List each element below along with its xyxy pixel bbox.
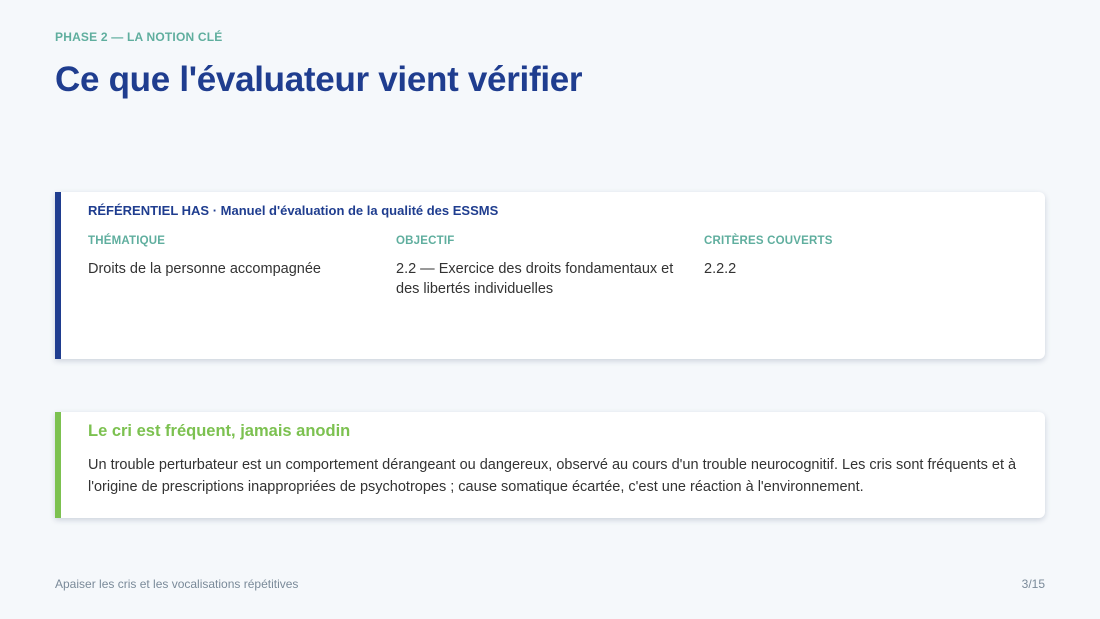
page-number: 3/15 <box>1021 577 1045 591</box>
thematique-column: THÉMATIQUE Droits de la personne accompa… <box>88 235 388 279</box>
key-notion-card: Le cri est fréquent, jamais anodin Un tr… <box>55 412 1045 518</box>
key-notion-body: Un trouble perturbateur est un comportem… <box>88 457 1017 495</box>
footer-course-title: Apaiser les cris et les vocalisations ré… <box>55 577 299 591</box>
eyebrow-label: PHASE 2 — LA NOTION CLÉ <box>55 30 223 44</box>
thematique-label: THÉMATIQUE <box>88 235 166 247</box>
objectif-label: OBJECTIF <box>396 235 455 247</box>
criteres-label: CRITÈRES COUVERTS <box>704 235 833 247</box>
objectif-column: OBJECTIF 2.2 — Exercice des droits fonda… <box>396 235 696 299</box>
thematique-value: Droits de la personne accompagnée <box>88 261 321 277</box>
referentiel-header: RÉFÉRENTIEL HAS · Manuel d'évaluation de… <box>88 203 499 218</box>
page-title: Ce que l'évaluateur vient vérifier <box>55 60 583 99</box>
criteres-value: 2.2.2 <box>704 261 737 277</box>
referentiel-card: RÉFÉRENTIEL HAS · Manuel d'évaluation de… <box>55 192 1045 359</box>
objectif-value: 2.2 — Exercice des droits fondamentaux e… <box>396 261 674 297</box>
criteres-column: CRITÈRES COUVERTS 2.2.2 <box>704 235 1004 279</box>
key-notion-title: Le cri est fréquent, jamais anodin <box>88 422 351 440</box>
